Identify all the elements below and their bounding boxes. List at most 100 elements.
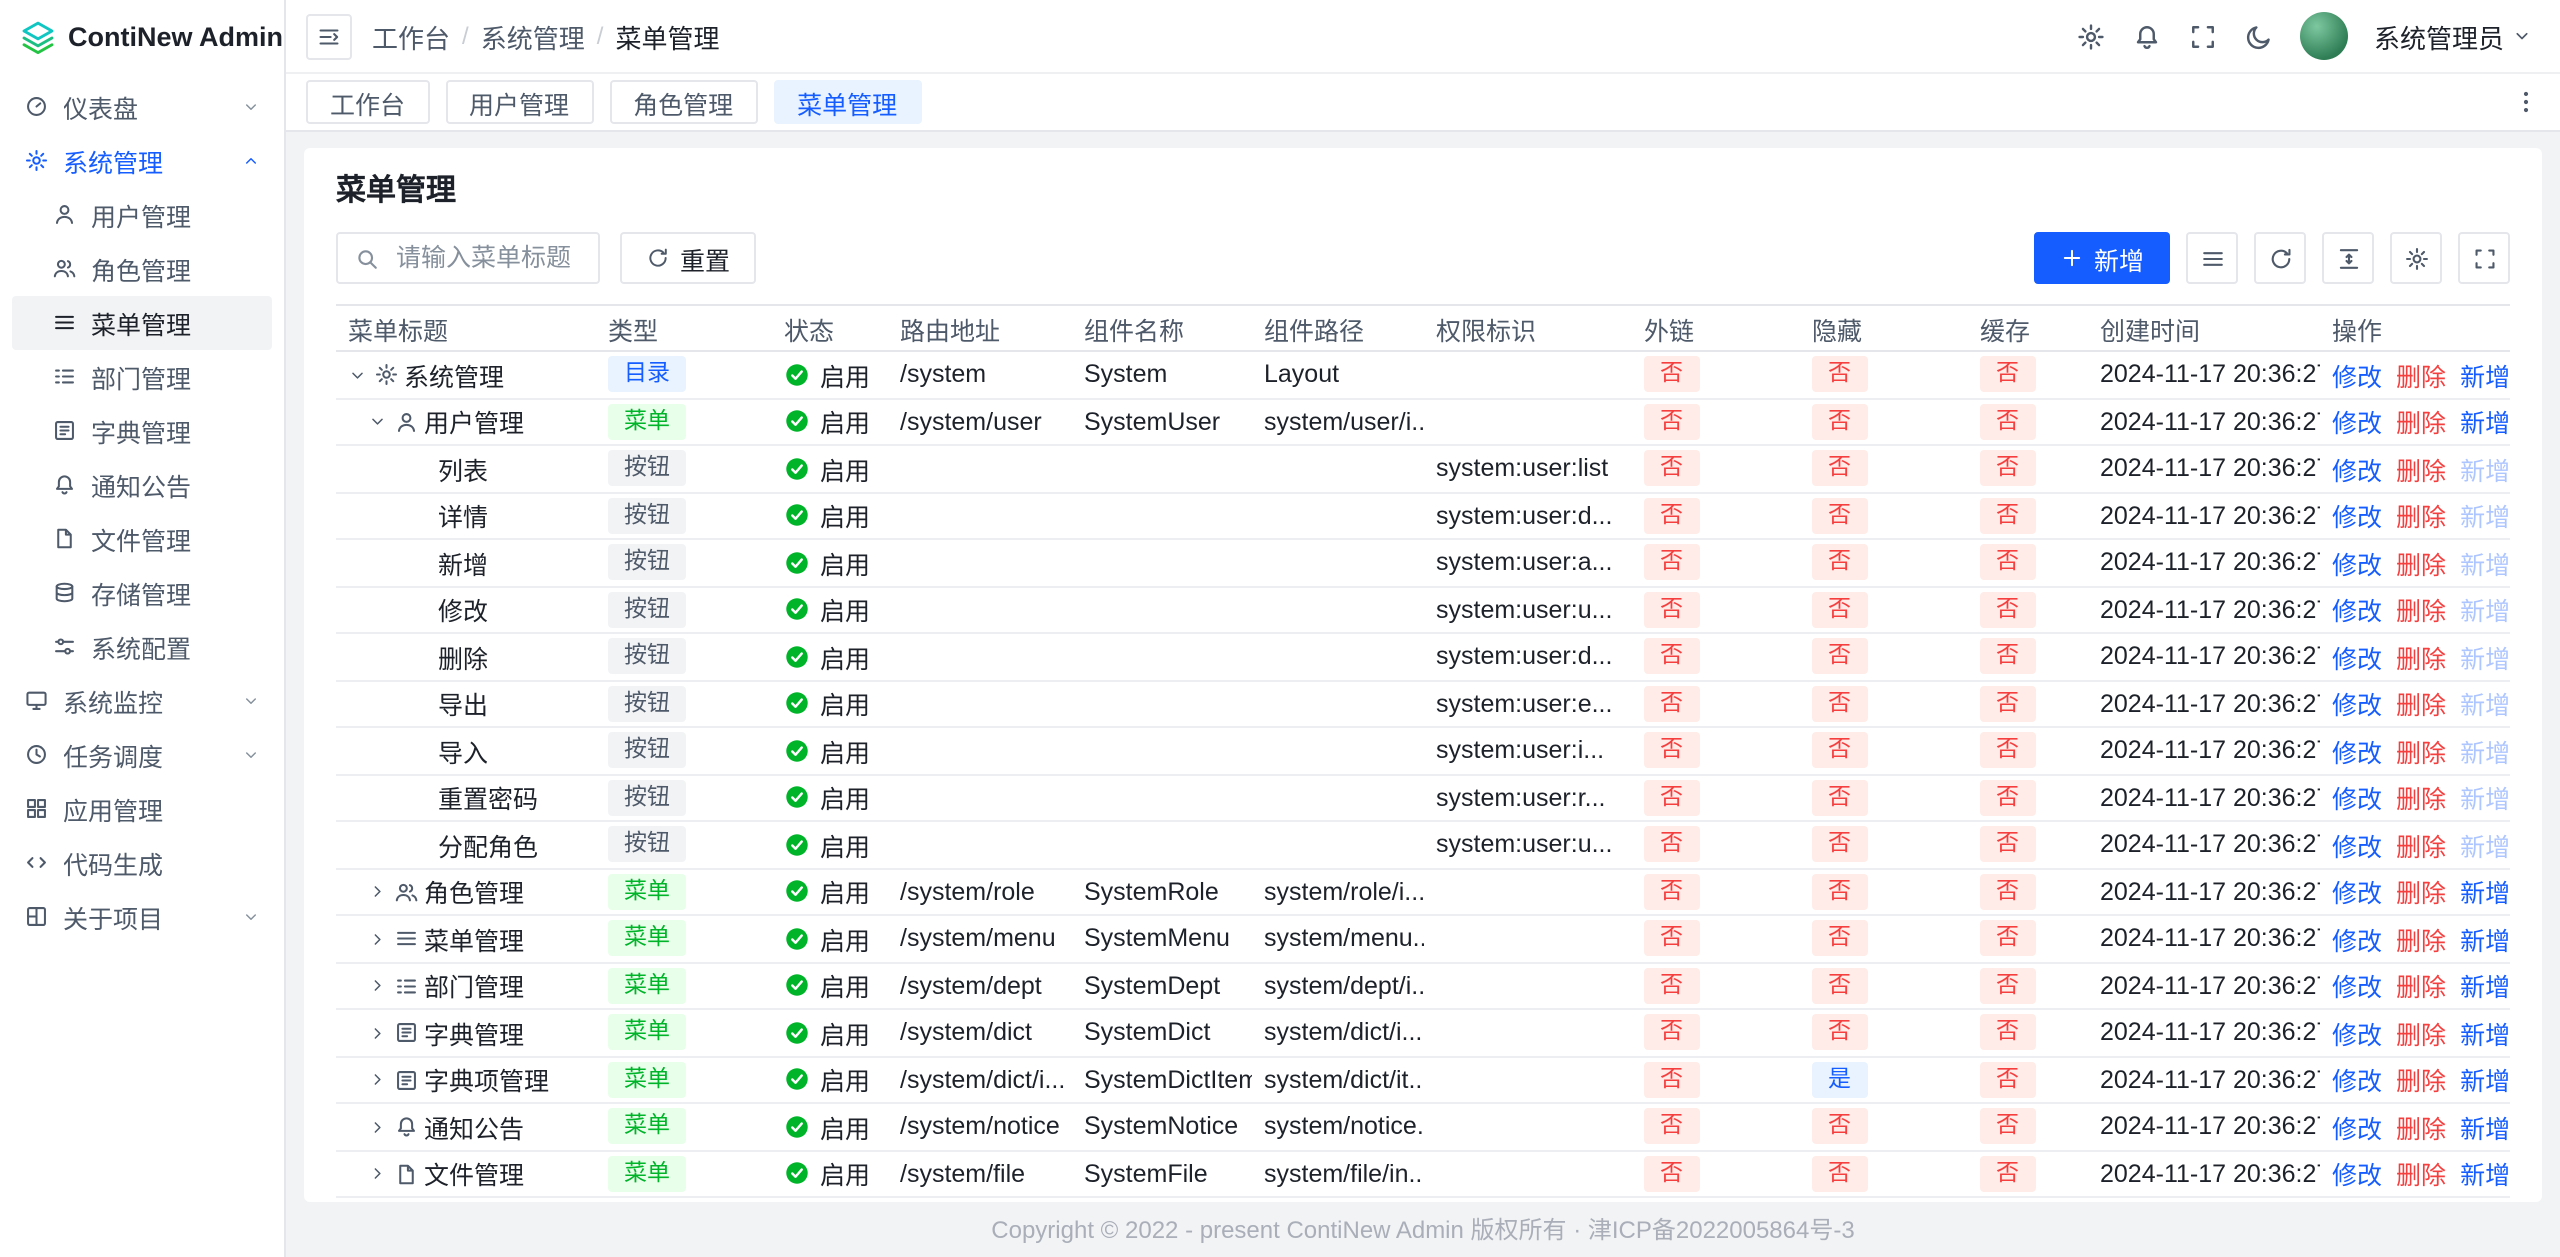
modify-link[interactable]: 修改	[2332, 1022, 2382, 1050]
add-link[interactable]: 新增	[2460, 1116, 2510, 1144]
delete-link[interactable]: 删除	[2396, 787, 2446, 815]
delete-link[interactable]: 删除	[2396, 1163, 2446, 1191]
delete-link[interactable]: 删除	[2396, 599, 2446, 627]
delete-link[interactable]: 删除	[2396, 740, 2446, 768]
search-box[interactable]	[336, 232, 600, 284]
refresh-button[interactable]	[2254, 232, 2306, 284]
add-link[interactable]: 新增	[2460, 834, 2510, 862]
modify-link[interactable]: 修改	[2332, 411, 2382, 439]
delete-link[interactable]: 删除	[2396, 834, 2446, 862]
delete-link[interactable]: 删除	[2396, 1069, 2446, 1097]
tabs-more-button[interactable]	[2512, 88, 2540, 116]
sidebar-item-system-monitor[interactable]: 系统监控	[12, 674, 272, 728]
row-expander-right-icon[interactable]	[368, 1070, 387, 1089]
row-expander-right-icon[interactable]	[368, 882, 387, 901]
add-link[interactable]: 新增	[2460, 740, 2510, 768]
sidebar-item-code-generation[interactable]: 代码生成	[12, 836, 272, 890]
column-settings-button[interactable]	[2390, 232, 2442, 284]
sidebar-subitem-dict-management[interactable]: 字典管理	[12, 404, 272, 458]
row-expander-down-icon[interactable]	[348, 365, 367, 384]
delete-link[interactable]: 删除	[2396, 881, 2446, 909]
row-expander-right-icon[interactable]	[368, 1023, 387, 1042]
modify-link[interactable]: 修改	[2332, 505, 2382, 533]
settings-button[interactable]	[2076, 21, 2106, 51]
breadcrumb-item[interactable]: 菜单管理	[615, 17, 719, 55]
modify-link[interactable]: 修改	[2332, 599, 2382, 627]
row-expander-right-icon[interactable]	[368, 1164, 387, 1183]
breadcrumb-item[interactable]: 工作台	[372, 17, 450, 55]
modify-link[interactable]: 修改	[2332, 928, 2382, 956]
table-fullscreen-button[interactable]	[2458, 232, 2510, 284]
modify-link[interactable]: 修改	[2332, 458, 2382, 486]
user-menu[interactable]: 系统管理员	[2374, 17, 2532, 55]
row-expander-right-icon[interactable]	[368, 929, 387, 948]
sidebar-subitem-storage-management[interactable]: 存储管理	[12, 566, 272, 620]
sidebar-collapse-button[interactable]	[306, 13, 352, 59]
sidebar-item-dashboard[interactable]: 仪表盘	[12, 80, 272, 134]
delete-link[interactable]: 删除	[2396, 364, 2446, 392]
tab-menu-management[interactable]: 菜单管理	[773, 80, 921, 124]
modify-link[interactable]: 修改	[2332, 1163, 2382, 1191]
sidebar-subitem-file-management[interactable]: 文件管理	[12, 512, 272, 566]
sidebar-subitem-dept-management[interactable]: 部门管理	[12, 350, 272, 404]
sidebar-subitem-notice[interactable]: 通知公告	[12, 458, 272, 512]
sidebar-item-about-project[interactable]: 关于项目	[12, 890, 272, 944]
add-link[interactable]: 新增	[2460, 646, 2510, 674]
row-expander-right-icon[interactable]	[368, 1117, 387, 1136]
modify-link[interactable]: 修改	[2332, 787, 2382, 815]
row-height-button[interactable]	[2322, 232, 2374, 284]
tab-role-management[interactable]: 角色管理	[609, 80, 757, 124]
tab-workplace[interactable]: 工作台	[306, 80, 429, 124]
avatar[interactable]	[2300, 12, 2348, 60]
add-link[interactable]: 新增	[2460, 458, 2510, 486]
delete-link[interactable]: 删除	[2396, 411, 2446, 439]
sidebar-item-system-management[interactable]: 系统管理	[12, 134, 272, 188]
row-expander-down-icon[interactable]	[368, 412, 387, 431]
reset-button[interactable]: 重置	[620, 232, 756, 284]
modify-link[interactable]: 修改	[2332, 1069, 2382, 1097]
density-button[interactable]	[2186, 232, 2238, 284]
sidebar-item-app-management[interactable]: 应用管理	[12, 782, 272, 836]
add-link[interactable]: 新增	[2460, 1022, 2510, 1050]
modify-link[interactable]: 修改	[2332, 364, 2382, 392]
delete-link[interactable]: 删除	[2396, 1022, 2446, 1050]
delete-link[interactable]: 删除	[2396, 552, 2446, 580]
add-link[interactable]: 新增	[2460, 881, 2510, 909]
add-link[interactable]: 新增	[2460, 505, 2510, 533]
add-link[interactable]: 新增	[2460, 1163, 2510, 1191]
delete-link[interactable]: 删除	[2396, 693, 2446, 721]
sidebar-subitem-system-config[interactable]: 系统配置	[12, 620, 272, 674]
modify-link[interactable]: 修改	[2332, 834, 2382, 862]
delete-link[interactable]: 删除	[2396, 928, 2446, 956]
theme-button[interactable]	[2244, 21, 2274, 51]
sidebar-item-task-schedule[interactable]: 任务调度	[12, 728, 272, 782]
delete-link[interactable]: 删除	[2396, 458, 2446, 486]
add-button[interactable]: 新增	[2034, 232, 2170, 284]
delete-link[interactable]: 删除	[2396, 1116, 2446, 1144]
sidebar-subitem-user-management[interactable]: 用户管理	[12, 188, 272, 242]
add-link[interactable]: 新增	[2460, 693, 2510, 721]
logo[interactable]: ContiNew Admin	[0, 0, 284, 74]
add-link[interactable]: 新增	[2460, 928, 2510, 956]
search-input[interactable]	[392, 242, 582, 274]
delete-link[interactable]: 删除	[2396, 646, 2446, 674]
modify-link[interactable]: 修改	[2332, 552, 2382, 580]
notifications-button[interactable]	[2132, 21, 2162, 51]
add-link[interactable]: 新增	[2460, 975, 2510, 1003]
delete-link[interactable]: 删除	[2396, 975, 2446, 1003]
add-link[interactable]: 新增	[2460, 1069, 2510, 1097]
modify-link[interactable]: 修改	[2332, 693, 2382, 721]
add-link[interactable]: 新增	[2460, 364, 2510, 392]
sidebar-subitem-role-management[interactable]: 角色管理	[12, 242, 272, 296]
add-link[interactable]: 新增	[2460, 552, 2510, 580]
sidebar-subitem-menu-management[interactable]: 菜单管理	[12, 296, 272, 350]
fullscreen-button[interactable]	[2188, 21, 2218, 51]
delete-link[interactable]: 删除	[2396, 505, 2446, 533]
modify-link[interactable]: 修改	[2332, 646, 2382, 674]
modify-link[interactable]: 修改	[2332, 1116, 2382, 1144]
breadcrumb-item[interactable]: 系统管理	[481, 17, 585, 55]
add-link[interactable]: 新增	[2460, 411, 2510, 439]
modify-link[interactable]: 修改	[2332, 740, 2382, 768]
modify-link[interactable]: 修改	[2332, 975, 2382, 1003]
tab-user-management[interactable]: 用户管理	[445, 80, 593, 124]
